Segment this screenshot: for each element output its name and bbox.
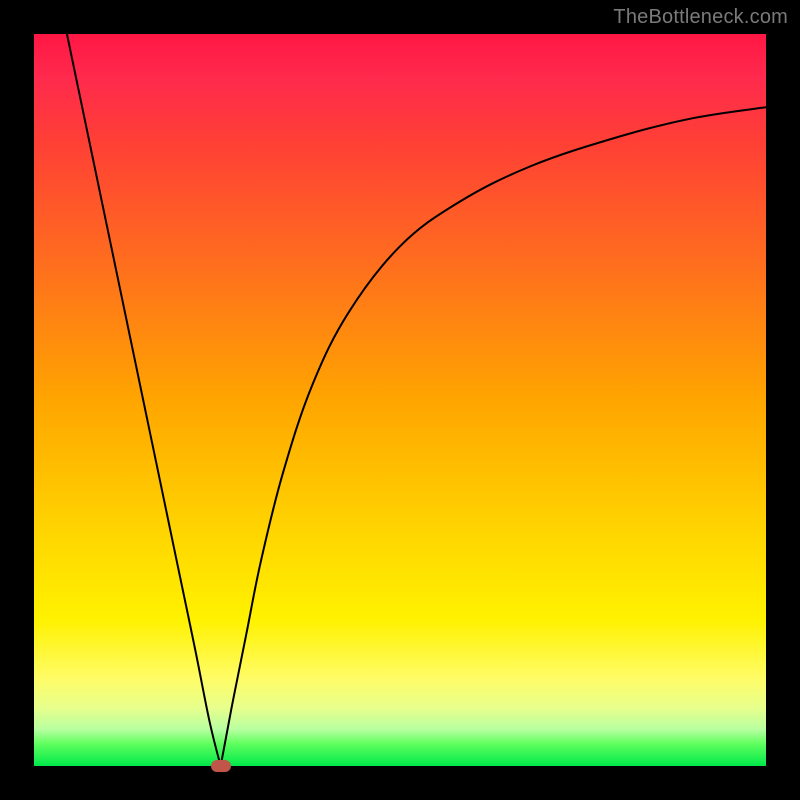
bottleneck-curve xyxy=(34,34,766,766)
plot-area xyxy=(34,34,766,766)
curve-path xyxy=(67,34,766,766)
min-marker xyxy=(211,760,231,772)
watermark-text: TheBottleneck.com xyxy=(613,6,788,29)
chart-frame: TheBottleneck.com xyxy=(0,0,800,800)
